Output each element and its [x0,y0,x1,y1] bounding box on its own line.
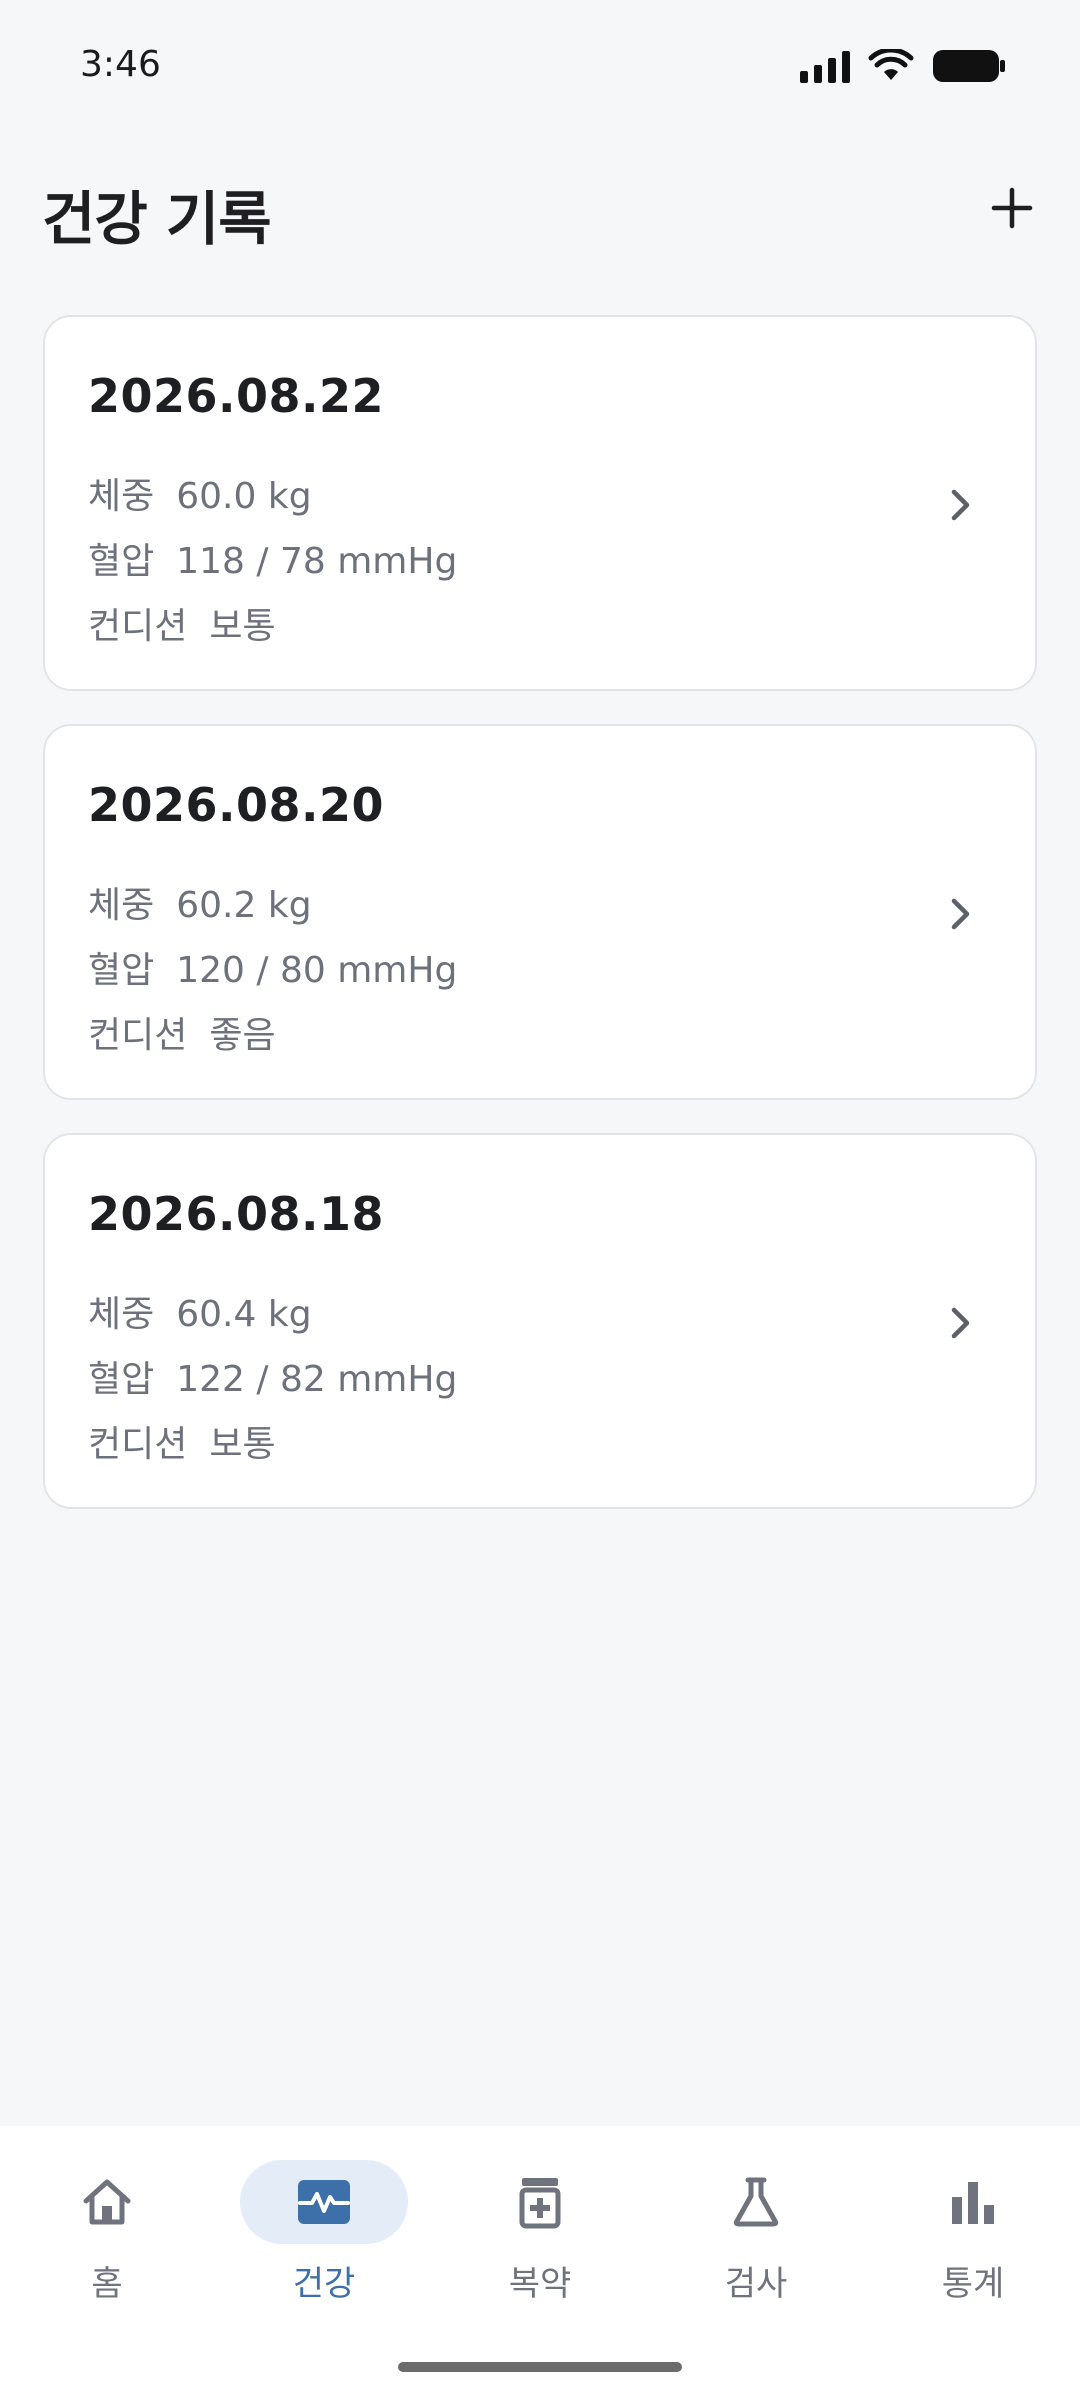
condition-label: 컨디션 [88,1424,188,1465]
flask-icon [733,2177,779,2227]
weight-row: 체중 60.0 kg [88,467,312,519]
condition-value: 보통 [209,1424,276,1465]
nav-item-home[interactable]: 홈 [17,2160,197,2310]
nav-label: 홈 [91,2264,123,2304]
chevron-right-icon [951,898,970,930]
medicine-icon [519,2178,561,2229]
weight-label: 체중 [88,885,155,926]
record-card[interactable]: 2026.08.22 체중 60.0 kg 혈압 118 / 78 mmHg 컨디션… [43,315,1037,691]
cellular-signal-icon [800,49,850,83]
status-icons [800,48,1006,84]
condition-label: 컨디션 [88,1015,188,1056]
nav-label: 건강 [292,2264,356,2304]
blood-pressure-label: 혈압 [88,541,155,582]
status-bar: 3:46 [0,0,1080,130]
weight-row: 체중 60.2 kg [88,876,312,928]
record-card[interactable]: 2026.08.20 체중 60.2 kg 혈압 120 / 80 mmHg 컨디션… [43,724,1037,1100]
weight-row: 체중 60.4 kg [88,1285,312,1337]
nav-label: 검사 [724,2264,788,2304]
nav-item-medication[interactable]: 복약 [450,2160,630,2310]
battery-icon [932,48,1006,84]
add-record-button[interactable] [982,178,1042,238]
blood-pressure-value: 122 / 82 mmHg [176,1359,458,1400]
blood-pressure-value: 118 / 78 mmHg [176,541,458,582]
condition-label: 컨디션 [88,606,188,647]
health-records-screen: 3:46 건강 기록 2026.08.22 체중 60.0 kg 혈압 118 … [0,0,1080,2400]
heart-pulse-icon [298,2180,350,2224]
condition-value: 좋음 [209,1015,276,1056]
blood-pressure-label: 혈압 [88,950,155,991]
home-icon [83,2179,131,2225]
blood-pressure-row: 혈압 118 / 78 mmHg [88,532,457,584]
chevron-right-icon [951,489,970,521]
nav-label: 통계 [941,2264,1005,2304]
bar-chart-icon [952,2182,994,2224]
condition-row: 컨디션 좋음 [88,1006,276,1058]
bottom-navigation: 홈 건강 복약 검사 통계 [0,2126,1080,2400]
chevron-right-icon [951,1307,970,1339]
weight-label: 체중 [88,1294,155,1335]
plus-icon [991,187,1033,229]
condition-value: 보통 [209,606,276,647]
weight-label: 체중 [88,476,155,517]
blood-pressure-value: 120 / 80 mmHg [176,950,458,991]
condition-row: 컨디션 보통 [88,1415,276,1467]
home-indicator[interactable] [398,2362,682,2372]
nav-item-health[interactable]: 건강 [234,2160,414,2310]
record-date: 2026.08.22 [88,369,385,423]
nav-item-statistics[interactable]: 통계 [883,2160,1063,2310]
record-card[interactable]: 2026.08.18 체중 60.4 kg 혈압 122 / 82 mmHg 컨디션… [43,1133,1037,1509]
record-date: 2026.08.20 [88,778,385,832]
blood-pressure-label: 혈압 [88,1359,155,1400]
wifi-icon [868,49,914,83]
nav-item-tests[interactable]: 검사 [666,2160,846,2310]
page-title: 건강 기록 [42,185,272,253]
weight-value: 60.0 kg [176,476,312,517]
active-indicator [240,2160,408,2244]
nav-label: 복약 [508,2264,572,2304]
weight-value: 60.4 kg [176,1294,312,1335]
weight-value: 60.2 kg [176,885,312,926]
record-list: 2026.08.22 체중 60.0 kg 혈압 118 / 78 mmHg 컨디션… [43,315,1037,1542]
record-date: 2026.08.18 [88,1187,385,1241]
condition-row: 컨디션 보통 [88,597,276,649]
blood-pressure-row: 혈압 122 / 82 mmHg [88,1350,457,1402]
blood-pressure-row: 혈압 120 / 80 mmHg [88,941,457,993]
status-time: 3:46 [80,44,161,85]
